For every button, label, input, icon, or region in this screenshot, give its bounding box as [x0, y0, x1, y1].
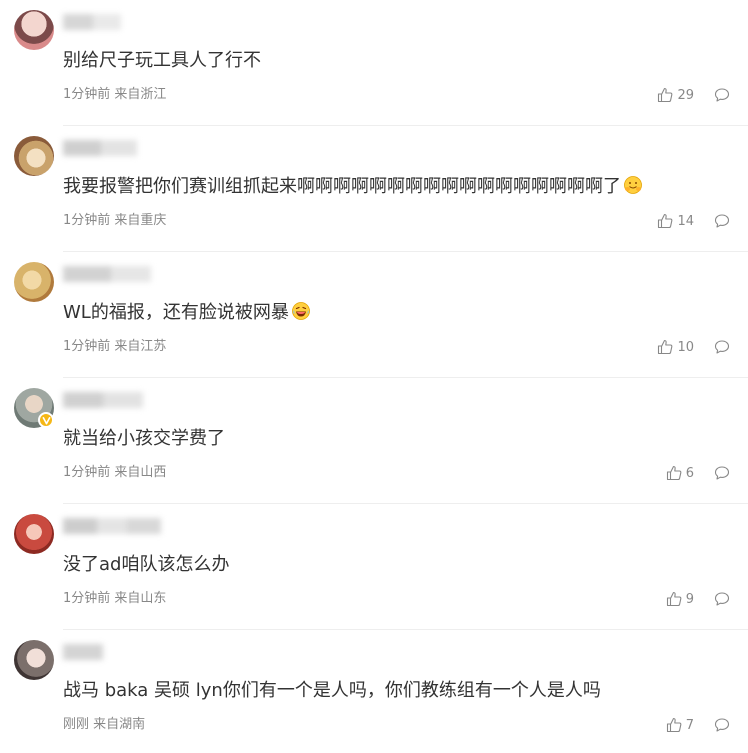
comment-text-body: 我要报警把你们赛训组抓起来啊啊啊啊啊啊啊啊啊啊啊啊啊啊啊啊啊了	[63, 176, 621, 197]
comment-meta: 1分钟前 来自重庆	[63, 212, 166, 230]
blurred-username[interactable]	[63, 640, 113, 664]
comment-actions: 6	[666, 463, 730, 483]
thumbs-up-icon	[666, 465, 682, 481]
like-button[interactable]: 6	[666, 465, 694, 481]
comment-item: 战马 baka 吴硕 lyn你们有一个是人吗，你们教练组有一个人是人吗 刚刚 来…	[0, 630, 748, 753]
blurred-username[interactable]	[63, 514, 173, 538]
like-count: 6	[685, 465, 694, 481]
comment-list: 别给尺子玩工具人了行不 1分钟前 来自浙江 29 我要报警把你们赛训组抓起来啊啊…	[0, 0, 748, 753]
comment-meta: 1分钟前 来自江苏	[63, 338, 166, 356]
blurred-username[interactable]	[63, 388, 149, 412]
comment-time: 1分钟前	[63, 339, 111, 354]
comment-actions: 9	[666, 589, 730, 609]
reply-button[interactable]	[714, 87, 730, 103]
comment-text: WL的福报，还有脸说被网暴	[63, 300, 311, 326]
laugh-cry-emoji	[291, 302, 310, 320]
avatar[interactable]	[14, 136, 54, 176]
blurred-username[interactable]	[63, 10, 173, 34]
avatar[interactable]	[14, 514, 54, 554]
comment-actions: 10	[657, 337, 730, 357]
avatar[interactable]	[14, 262, 54, 302]
like-button[interactable]: 7	[666, 717, 694, 733]
thumbs-up-icon	[658, 213, 673, 229]
comment-text: 我要报警把你们赛训组抓起来啊啊啊啊啊啊啊啊啊啊啊啊啊啊啊啊啊了	[63, 174, 643, 200]
like-count: 7	[685, 717, 694, 733]
comment-time: 1分钟前	[63, 87, 111, 102]
like-button[interactable]: 14	[657, 213, 694, 229]
avatar[interactable]	[14, 640, 54, 680]
comment-meta: 1分钟前 来自浙江	[63, 86, 166, 104]
comment-item: WL的福报，还有脸说被网暴 1分钟前 来自江苏 10	[0, 252, 748, 378]
like-count: 14	[677, 213, 694, 229]
avatar[interactable]	[14, 10, 54, 50]
comment-text: 没了ad咱队该怎么办	[63, 554, 230, 575]
like-button[interactable]: 29	[657, 87, 694, 103]
comment-bubble-icon	[714, 592, 730, 606]
like-count: 10	[677, 339, 694, 355]
like-count: 29	[677, 87, 694, 103]
comment-meta: 1分钟前 来自山东	[63, 590, 166, 608]
blurred-username[interactable]	[63, 262, 159, 286]
comment-text: 战马 baka 吴硕 lyn你们有一个是人吗，你们教练组有一个人是人吗	[63, 680, 601, 701]
blurred-username[interactable]	[63, 136, 143, 160]
comment-item: 就当给小孩交学费了 1分钟前 来自山西 6	[0, 378, 748, 504]
comment-actions: 29	[657, 85, 730, 105]
comment-item: 没了ad咱队该怎么办 1分钟前 来自山东 9	[0, 504, 748, 630]
comment-time: 1分钟前	[63, 591, 111, 606]
comment-text-body: WL的福报，还有脸说被网暴	[63, 302, 289, 323]
comment-bubble-icon	[714, 718, 730, 732]
comment-item: 我要报警把你们赛训组抓起来啊啊啊啊啊啊啊啊啊啊啊啊啊啊啊啊啊了 1分钟前 来自重…	[0, 126, 748, 252]
comment-actions: 7	[666, 715, 730, 735]
comment-time: 1分钟前	[63, 465, 111, 480]
comment-location: 来自山西	[114, 465, 167, 480]
thumbs-up-icon	[658, 339, 673, 355]
thumbs-up-icon	[666, 717, 682, 733]
comment-location: 来自浙江	[114, 87, 167, 102]
comment-item: 别给尺子玩工具人了行不 1分钟前 来自浙江 29	[0, 0, 748, 126]
reply-button[interactable]	[714, 717, 730, 733]
comment-bubble-icon	[714, 214, 730, 228]
like-button[interactable]: 9	[666, 591, 694, 607]
comment-text: 别给尺子玩工具人了行不	[63, 50, 261, 71]
comment-bubble-icon	[714, 466, 730, 480]
comment-meta: 刚刚 来自湖南	[63, 716, 145, 734]
comment-actions: 14	[657, 211, 730, 231]
thumbs-up-icon	[658, 87, 673, 103]
comment-text: 就当给小孩交学费了	[63, 428, 225, 449]
comment-bubble-icon	[714, 340, 730, 354]
comment-meta: 1分钟前 来自山西	[63, 464, 166, 482]
comment-bubble-icon	[714, 88, 730, 102]
reply-button[interactable]	[714, 591, 730, 607]
comment-location: 来自江苏	[114, 339, 167, 354]
like-count: 9	[685, 591, 694, 607]
reply-button[interactable]	[714, 339, 730, 355]
verified-v-icon	[42, 416, 50, 424]
verified-badge	[38, 412, 54, 428]
thumbs-up-icon	[666, 591, 682, 607]
reply-button[interactable]	[714, 465, 730, 481]
like-button[interactable]: 10	[657, 339, 694, 355]
reply-button[interactable]	[714, 213, 730, 229]
comment-time: 刚刚	[63, 717, 90, 732]
comment-time: 1分钟前	[63, 213, 111, 228]
comment-location: 来自湖南	[93, 717, 146, 732]
comment-location: 来自山东	[114, 591, 167, 606]
comment-location: 来自重庆	[114, 213, 167, 228]
hug-emoji	[624, 176, 642, 194]
